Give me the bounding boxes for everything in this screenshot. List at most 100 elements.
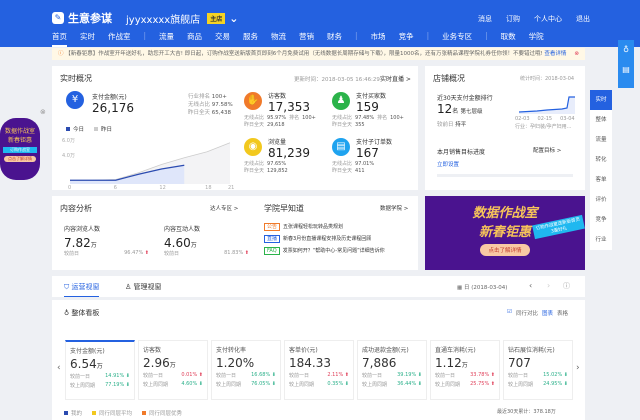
metric-card[interactable]: 钻石展位消耗(元) 707 较前一日 15.02% ⬇ 较上周同期 24.95% ⬇ xyxy=(503,340,573,400)
next-day-button[interactable]: › xyxy=(547,281,550,290)
stat-detail: 97.01% xyxy=(355,161,375,167)
side-tab[interactable]: 评价 xyxy=(590,190,612,210)
side-tab[interactable]: 行业 xyxy=(590,230,612,250)
side-tab[interactable]: 客单 xyxy=(590,170,612,190)
total-30d: 最近30天累计：378.18万 xyxy=(497,409,556,415)
level: 第七层级 xyxy=(460,109,483,115)
legend-item[interactable]: 同行同层优秀 xyxy=(142,409,182,417)
academy-item[interactable]: 直播 新春3月份直播课程安排及历史课程回顾 xyxy=(264,235,371,243)
banner-button[interactable]: 点击了解详情 xyxy=(480,244,530,256)
panel-title: 店铺概况 xyxy=(433,74,465,83)
nav-item[interactable]: 物流 xyxy=(271,31,286,47)
tab-management[interactable]: ♙ 管理视窗 xyxy=(125,282,162,292)
view-tabs: ⛉ 运营视窗 ♙ 管理视窗 ▦ 日 (2018-03-04) ‹ › ⓘ xyxy=(52,276,585,297)
close-icon[interactable]: ⊗ xyxy=(574,48,579,60)
prev-day-button[interactable]: ‹ xyxy=(529,281,532,290)
brand-name: 生意参谋 xyxy=(68,12,112,25)
header-link[interactable]: 订购 xyxy=(506,14,520,24)
table-toggle[interactable]: 表格 xyxy=(557,309,568,317)
nav-item[interactable]: 服务 xyxy=(243,31,258,47)
nav-item[interactable]: 交易 xyxy=(215,31,230,47)
notice-link[interactable]: 查看详情 xyxy=(544,51,566,57)
card-unit: 万 xyxy=(96,363,103,370)
metric-pct: 81.83% xyxy=(224,250,244,256)
date-picker[interactable]: ▦ 日 (2018-03-04) xyxy=(457,283,507,291)
nav-item[interactable]: 竞争 xyxy=(399,31,414,47)
stat-detail: 排名 xyxy=(289,115,300,121)
legend-label: 我的 xyxy=(71,411,83,417)
arrow-down-icon: ⬇ xyxy=(563,381,568,387)
side-tab[interactable]: 整体 xyxy=(590,110,612,130)
metric-card[interactable]: 支付转化率 1.20% 较前一日 16.68% ⬇ 较上周同期 76.05% ⬇ xyxy=(211,340,281,400)
header-link[interactable]: 退出 xyxy=(576,14,590,24)
nav-item[interactable]: 营销 xyxy=(299,31,314,47)
prev-arrow[interactable]: ‹ xyxy=(57,363,61,373)
compare-checkbox[interactable]: ☑ xyxy=(507,309,512,317)
data-academy-link[interactable]: 数据学院 > xyxy=(380,204,408,212)
metric-label: 内容互动人数 xyxy=(164,226,201,233)
left-float-ad[interactable]: 数据作战室 新春钜惠 订购作战室 点击了解详情 xyxy=(0,118,40,180)
stat-value: 17,353 xyxy=(268,100,310,114)
legend-item[interactable]: 我的 xyxy=(64,409,82,417)
card-compare-value: 77.19% xyxy=(105,382,125,388)
stat-detail: 411 xyxy=(355,168,365,174)
nav-item[interactable]: 业务专区 xyxy=(442,31,472,47)
board-title-text: 整体看板 xyxy=(71,309,100,317)
info-icon[interactable]: ⓘ xyxy=(563,281,570,291)
shop-name[interactable]: jyyxxxxx旗舰店 xyxy=(126,11,200,26)
side-tab[interactable]: 竞争 xyxy=(590,210,612,230)
ad-title: 数据作战室 xyxy=(4,128,35,135)
arrow-up-icon: ⬆ xyxy=(144,250,149,256)
nav-item[interactable]: 首页 xyxy=(52,31,67,47)
metric-card[interactable]: 客单价(元) 184.33 较前一日 2.11% ⬆ 较上周同期 0.35% ⬇ xyxy=(284,340,354,400)
tab-operation[interactable]: ⛉ 运营视窗 xyxy=(64,282,100,297)
live-link[interactable]: 实时直播 > xyxy=(380,74,411,83)
person-icon: ♙ xyxy=(125,283,134,291)
header-link[interactable]: 个人中心 xyxy=(534,14,562,24)
row-label: 无线占比 xyxy=(188,102,211,108)
side-tab[interactable]: 实时 xyxy=(590,90,612,110)
nav-item[interactable]: 取数 xyxy=(501,31,516,47)
card-value: 707 xyxy=(508,356,531,370)
arrow-down-icon: ⬇ xyxy=(417,372,422,378)
nav-item[interactable]: 学院 xyxy=(529,31,544,47)
nav-item[interactable]: 商品 xyxy=(187,31,202,47)
metric-card[interactable]: 成功退款金额(元) 7,886 较前一日 39.19% ⬇ 较上周同期 36.44% ⬇ xyxy=(357,340,427,400)
x-tick: 12 xyxy=(159,185,165,190)
metric-card[interactable]: 支付金额(元) 6.54万 较前一日 14.91% ⬇ 较上周同期 77.19% ⬇ xyxy=(65,340,135,400)
metric-card[interactable]: 访客数 2.96万 较前一日 0.01% ⬆ 较上周同期 4.60% ⬇ xyxy=(138,340,208,400)
nav-item[interactable]: 流量 xyxy=(159,31,174,47)
bell-icon[interactable]: ♁ xyxy=(618,40,634,60)
chart-toggle[interactable]: 图表 xyxy=(542,309,553,317)
next-arrow[interactable]: › xyxy=(576,363,580,373)
stat-detail: 100+ xyxy=(302,115,316,121)
chevron-down-icon[interactable]: ⌄ xyxy=(229,12,238,25)
academy-item[interactable]: 公告 五张课程轻松玩转品类规划 xyxy=(264,223,343,231)
promo-banner[interactable]: 数据作战室 新春钜惠 订购作战室送新版首页 3重好礼 点击了解详情 xyxy=(425,196,585,270)
calendar-icon[interactable]: ▤ xyxy=(618,60,634,80)
card-compare-value: 14.91% xyxy=(105,373,125,379)
nav-item[interactable]: 作战室 xyxy=(108,31,131,47)
side-tab[interactable]: 转化 xyxy=(590,150,612,170)
set-now-link[interactable]: 立即设置 xyxy=(437,160,459,168)
academy-item[interactable]: FAQ 发票如何开？“帮助中心-常见问题”详细告诉你 xyxy=(264,247,385,255)
stat-detail: 129,852 xyxy=(267,168,288,174)
stat-detail: 97.48% xyxy=(355,115,375,121)
header-link[interactable]: 消息 xyxy=(478,14,492,24)
stat-detail: 95.97% xyxy=(267,115,287,121)
stat-label: 支付子订单数 xyxy=(356,139,393,146)
nav-item[interactable]: 实时 xyxy=(80,31,95,47)
metric-card[interactable]: 直通车消耗(元) 1.12万 较前一日 33.78% ⬆ 较上周同期 25.75% ⬆ xyxy=(430,340,500,400)
x-tick: 21 xyxy=(228,185,234,190)
nav-item[interactable]: 财务 xyxy=(327,31,342,47)
stat-label: 支付买家数 xyxy=(356,93,387,100)
legend-item[interactable]: 同行同层平均 xyxy=(92,409,132,417)
talent-link[interactable]: 达人专区 > xyxy=(210,204,238,212)
side-tab[interactable]: 流量 xyxy=(590,130,612,150)
config-goal-link[interactable]: 配置目标 > xyxy=(533,146,561,154)
nav-item[interactable]: 市场 xyxy=(371,31,386,47)
card-value: 1.20% xyxy=(216,356,255,370)
close-ad-icon[interactable]: ⊗ xyxy=(40,108,46,116)
card-compare-value: 4.60% xyxy=(181,381,198,387)
brand-logo[interactable]: ✎ 生意参谋 jyyxxxxx旗舰店 主店 ⌄ xyxy=(52,10,238,26)
